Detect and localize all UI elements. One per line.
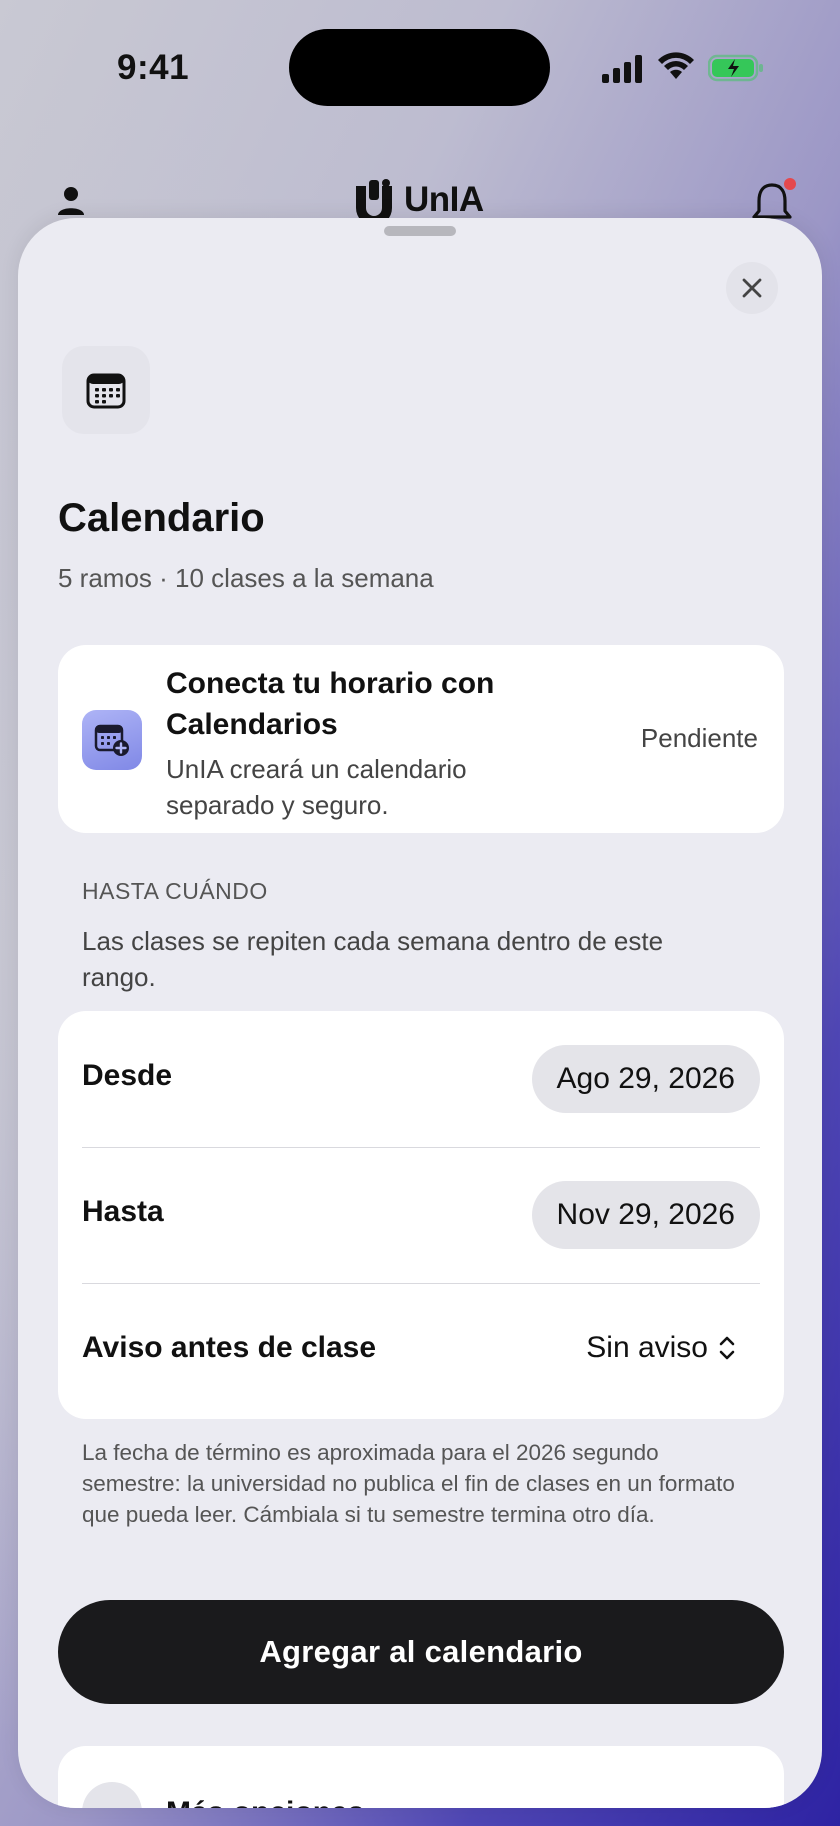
calendar-icon bbox=[86, 373, 126, 409]
battery-charging-icon bbox=[708, 54, 763, 82]
connect-title: Conecta tu horario con Calendarios bbox=[166, 667, 495, 741]
cellular-signal-icon bbox=[602, 55, 642, 83]
connect-description: UnIA creará un calendario separado y seg… bbox=[166, 754, 467, 820]
reminder-value: Sin aviso bbox=[586, 1331, 708, 1364]
range-section-label: HASTA CUÁNDO bbox=[82, 878, 268, 904]
sheet-content: Calendario 5 ramos · 10 clases a la sema… bbox=[18, 218, 822, 1808]
from-label: Desde bbox=[82, 1059, 173, 1092]
connect-calendar-card[interactable]: Conecta tu horario con Calendarios UnIA … bbox=[58, 645, 784, 833]
app-logo-text: UnIA bbox=[404, 180, 484, 219]
date-footnote: La fecha de término es aproximada para e… bbox=[82, 1440, 735, 1527]
reminder-row: Aviso antes de clase Sin aviso bbox=[58, 1283, 784, 1419]
reminder-select[interactable]: Sin aviso bbox=[586, 1331, 736, 1365]
more-options-card[interactable]: Más opciones bbox=[58, 1746, 784, 1808]
calendar-sheet: Calendario 5 ramos · 10 clases a la sema… bbox=[18, 218, 822, 1808]
to-label: Hasta bbox=[82, 1195, 164, 1228]
range-section-description: Las clases se repiten cada semana dentro… bbox=[82, 926, 664, 992]
date-range-form: Desde Ago 29, 2026 Hasta Nov 29, 2026 Av… bbox=[58, 1011, 784, 1419]
page-subtitle: 5 ramos · 10 clases a la semana bbox=[58, 563, 434, 593]
calendar-icon-container bbox=[62, 346, 150, 434]
calendar-add-icon bbox=[94, 724, 129, 756]
add-to-calendar-button[interactable]: Agregar al calendario bbox=[58, 1600, 784, 1704]
page-title: Calendario bbox=[58, 496, 265, 540]
unia-logo-icon bbox=[356, 179, 392, 222]
close-button[interactable] bbox=[726, 262, 778, 314]
connect-icon-container bbox=[82, 710, 142, 770]
to-row: Hasta Nov 29, 2026 bbox=[58, 1147, 784, 1283]
to-date-picker[interactable]: Nov 29, 2026 bbox=[531, 1181, 760, 1249]
reminder-label: Aviso antes de clase bbox=[82, 1331, 377, 1364]
dynamic-island bbox=[289, 29, 550, 106]
profile-icon[interactable] bbox=[56, 185, 86, 217]
from-date-picker[interactable]: Ago 29, 2026 bbox=[531, 1045, 760, 1113]
from-row: Desde Ago 29, 2026 bbox=[58, 1011, 784, 1147]
status-bar: 9:41 bbox=[0, 0, 840, 140]
chevron-up-down-icon bbox=[719, 1336, 735, 1360]
status-time: 9:41 bbox=[117, 48, 190, 87]
connect-status: Pendiente bbox=[640, 723, 758, 753]
more-options-label: Más opciones bbox=[166, 1796, 364, 1808]
wifi-icon bbox=[658, 52, 694, 79]
close-icon bbox=[742, 278, 762, 298]
more-options-icon bbox=[82, 1782, 142, 1808]
sheet-grabber[interactable] bbox=[384, 226, 456, 236]
